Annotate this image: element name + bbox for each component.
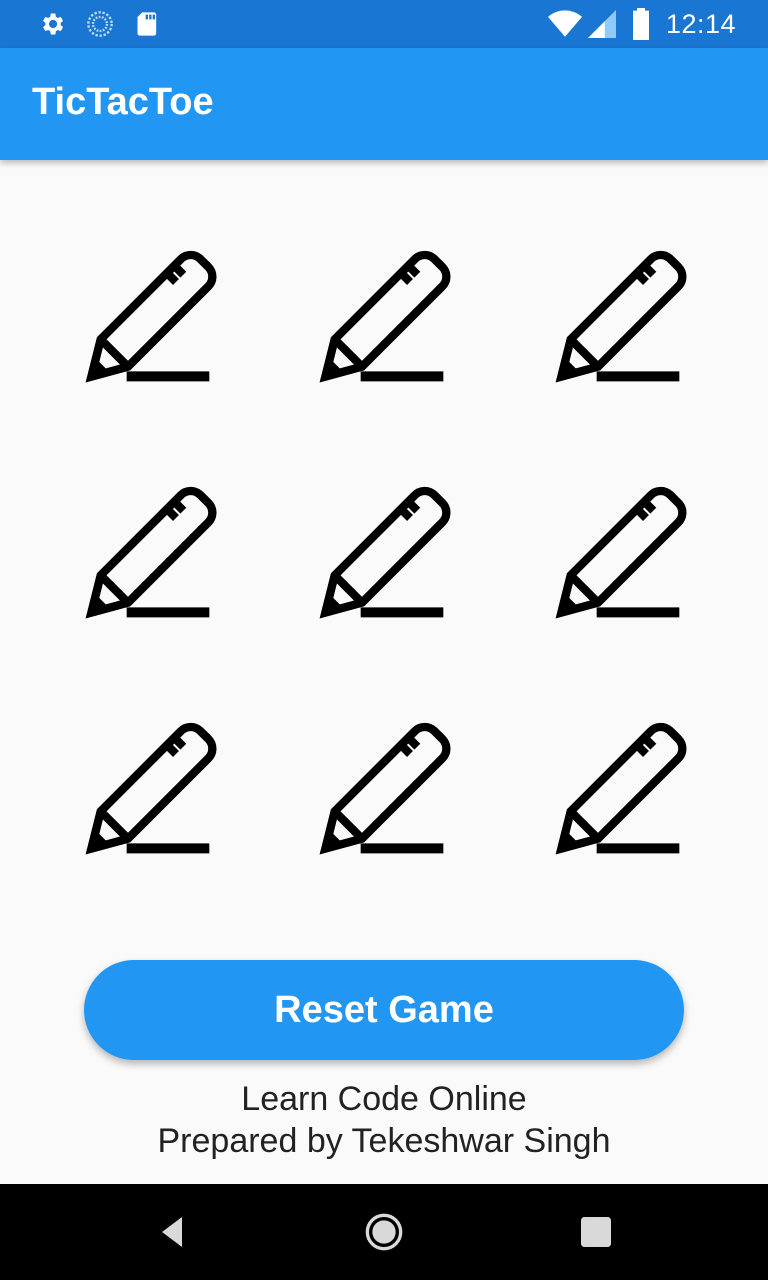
board-cell-3[interactable] [502,200,738,436]
edit-icon [304,474,464,634]
page-title: TicTacToe [32,81,214,123]
board-cell-9[interactable] [502,672,738,908]
edit-icon [70,474,230,634]
edit-icon [304,710,464,870]
status-bar: 12:14 [0,0,768,48]
board-cell-5[interactable] [266,436,502,672]
home-icon[interactable] [364,1212,404,1252]
edit-icon [540,474,700,634]
board-cell-2[interactable] [266,200,502,436]
footer-line-1: Learn Code Online [241,1080,527,1118]
wifi-icon [548,10,582,37]
footer-line-2: Prepared by Tekeshwar Singh [157,1122,611,1160]
back-icon[interactable] [152,1212,192,1252]
system-nav-bar [0,1184,768,1280]
edit-icon [304,238,464,398]
board-cell-6[interactable] [502,436,738,672]
edit-icon [70,238,230,398]
signal-icon [588,10,616,38]
battery-icon [633,8,649,40]
edit-icon [70,710,230,870]
edit-icon [540,710,700,870]
app-bar: TicTacToe [0,48,768,160]
board-cell-4[interactable] [32,436,268,672]
board-cell-7[interactable] [32,672,268,908]
sync-icon [87,11,113,37]
recents-icon[interactable] [576,1212,616,1252]
board-cell-8[interactable] [266,672,502,908]
sd-card-icon [137,12,157,36]
board-cell-1[interactable] [32,200,268,436]
edit-icon [540,238,700,398]
clock: 12:14 [665,9,736,39]
settings-icon [43,13,64,35]
reset-game-button[interactable]: Reset Game [84,960,684,1060]
